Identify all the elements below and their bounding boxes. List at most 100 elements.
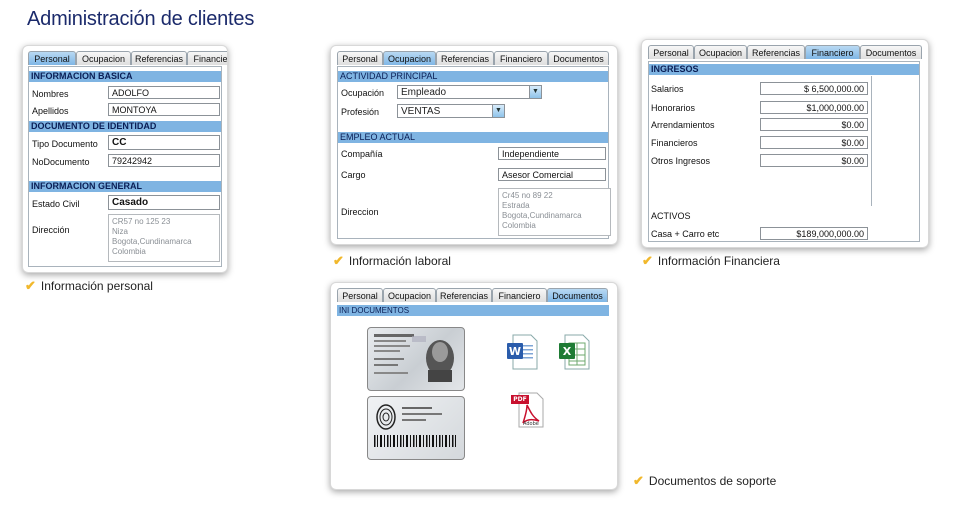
- checkmark-icon: ✔: [633, 473, 644, 488]
- caption-text: Información Financiera: [657, 254, 780, 268]
- pdf-brand-text: Adobe: [523, 421, 539, 427]
- address-line: Bogota,Cundinamarca: [502, 211, 582, 220]
- direccion-field[interactable]: Cr45 no 89 22 Estrada Bogota,Cundinamarc…: [498, 188, 611, 236]
- apellidos-label: Apellidos: [32, 106, 69, 116]
- checkmark-icon: ✔: [333, 253, 344, 268]
- arrendamientos-field[interactable]: $0.00: [760, 118, 868, 131]
- excel-graphic: X: [559, 334, 590, 370]
- profesion-value: VENTAS: [401, 106, 441, 117]
- tab-personal[interactable]: Personal: [337, 51, 383, 65]
- address-line: Colombia: [112, 247, 146, 256]
- cargo-label: Cargo: [341, 170, 366, 180]
- tab-bar: Personal Ocupacion Referencias Financier…: [28, 51, 227, 66]
- caption-text: Información laboral: [348, 254, 451, 268]
- laboral-panel: Personal Ocupacion Referencias Financier…: [330, 45, 618, 245]
- id-card-front-icon[interactable]: [367, 327, 465, 391]
- section-documentos: INI DOCUMENTOS: [337, 305, 609, 316]
- ocupacion-select[interactable]: Empleado ▼: [397, 85, 542, 99]
- laboral-form: ACTIVIDAD PRINCIPAL Ocupación Empleado ▼…: [337, 66, 611, 239]
- casa-carro-label: Casa + Carro etc: [651, 229, 720, 239]
- honorarios-field[interactable]: $1,000,000.00: [760, 101, 868, 114]
- tab-ocupacion[interactable]: Ocupacion: [383, 288, 436, 302]
- address-line: Estrada: [502, 201, 530, 210]
- tipo-documento-label: Tipo Documento: [32, 139, 98, 149]
- tab-financiero[interactable]: Financiero: [494, 51, 548, 65]
- casa-carro-field[interactable]: $189,000,000.00: [760, 227, 868, 240]
- tab-personal[interactable]: Personal: [648, 45, 694, 59]
- section-empleo-actual: EMPLEO ACTUAL: [338, 132, 608, 143]
- tab-personal[interactable]: Personal: [28, 51, 76, 65]
- address-line: Bogota,Cundinamarca: [112, 237, 192, 246]
- id-card-back-graphic: [374, 404, 456, 447]
- svg-text:W: W: [509, 345, 521, 358]
- section-actividad-principal: ACTIVIDAD PRINCIPAL: [338, 71, 608, 82]
- financiera-panel: Personal Ocupacion Referencias Financier…: [641, 39, 929, 248]
- tab-financiero[interactable]: Financiero: [805, 45, 860, 59]
- pdf-badge-text: PDF: [513, 396, 527, 403]
- documentos-body: INI DOCUMENTOS W X PDF Adobe: [337, 303, 609, 484]
- nombres-label: Nombres: [32, 89, 69, 99]
- personal-panel: Personal Ocupacion Referencias Financier…: [22, 45, 228, 273]
- financiera-form: INGRESOS Salarios $ 6,500,000.00 Honorar…: [648, 61, 920, 242]
- no-documento-field[interactable]: 79242942: [108, 154, 220, 167]
- activos-label: ACTIVOS: [651, 211, 691, 221]
- apellidos-field[interactable]: MONTOYA: [108, 103, 220, 116]
- cargo-field[interactable]: Asesor Comercial: [498, 168, 606, 181]
- compania-label: Compañía: [341, 149, 383, 159]
- profesion-select[interactable]: VENTAS ▼: [397, 104, 505, 118]
- financieros-field[interactable]: $0.00: [760, 136, 868, 149]
- section-informacion-general: INFORMACION GENERAL: [29, 181, 221, 192]
- tab-documentos[interactable]: Documentos: [547, 288, 608, 302]
- profesion-label: Profesión: [341, 107, 380, 117]
- tab-ocupacion[interactable]: Ocupacion: [76, 51, 131, 65]
- excel-document-icon[interactable]: X: [557, 333, 591, 371]
- honorarios-label: Honorarios: [651, 103, 696, 113]
- id-card-front-graphic: [374, 334, 454, 382]
- otros-ingresos-field[interactable]: $0.00: [760, 154, 868, 167]
- caption-text: Información personal: [40, 279, 153, 293]
- tab-bar: Personal Ocupacion Referencias Financier…: [648, 45, 922, 60]
- checkmark-icon: ✔: [642, 253, 653, 268]
- id-card-back-icon[interactable]: [367, 396, 465, 460]
- direccion-field[interactable]: CR57 no 125 23 Niza Bogota,Cundinamarca …: [108, 214, 220, 262]
- svg-text:X: X: [563, 345, 572, 358]
- estado-civil-field[interactable]: Casado: [108, 195, 220, 210]
- financieros-label: Financieros: [651, 138, 698, 148]
- arrendamientos-label: Arrendamientos: [651, 120, 715, 130]
- word-document-icon[interactable]: W: [505, 333, 539, 371]
- pdf-document-icon[interactable]: PDF Adobe: [509, 391, 545, 429]
- tab-referencias[interactable]: Referencias: [436, 51, 494, 65]
- tab-referencias[interactable]: Referencias: [131, 51, 187, 65]
- compania-field[interactable]: Independiente: [498, 147, 606, 160]
- tab-personal[interactable]: Personal: [337, 288, 383, 302]
- no-documento-label: NoDocumento: [32, 157, 90, 167]
- documentos-panel: Personal Ocupacion Referencias Financier…: [330, 282, 618, 490]
- tab-bar: Personal Ocupacion Referencias Financier…: [337, 51, 609, 66]
- documentos-caption: ✔ Documentos de soporte: [633, 473, 776, 489]
- address-line: Cr45 no 89 22: [502, 191, 553, 200]
- tab-documentos[interactable]: Documentos: [860, 45, 922, 59]
- nombres-field[interactable]: ADOLFO: [108, 86, 220, 99]
- chevron-down-icon[interactable]: ▼: [492, 105, 504, 117]
- section-informacion-basica: INFORMACION BASICA: [29, 71, 221, 82]
- tab-ocupacion[interactable]: Ocupacion: [694, 45, 747, 59]
- tab-financiero[interactable]: Financiero: [187, 51, 227, 65]
- tab-documentos[interactable]: Documentos: [548, 51, 609, 65]
- salarios-label: Salarios: [651, 84, 684, 94]
- tab-referencias[interactable]: Referencias: [436, 288, 492, 302]
- address-line: CR57 no 125 23: [112, 217, 171, 226]
- direccion-label: Direccion: [341, 207, 379, 217]
- tab-referencias[interactable]: Referencias: [747, 45, 805, 59]
- salarios-field[interactable]: $ 6,500,000.00: [760, 82, 868, 95]
- caption-text: Documentos de soporte: [648, 474, 777, 488]
- checkmark-icon: ✔: [25, 278, 36, 293]
- personal-form: INFORMACION BASICA Nombres ADOLFO Apelli…: [28, 66, 222, 267]
- tab-bar: Personal Ocupacion Referencias Financier…: [337, 288, 608, 303]
- section-ingresos: INGRESOS: [649, 64, 919, 75]
- chevron-down-icon[interactable]: ▼: [529, 86, 541, 98]
- page-title: Administración de clientes: [27, 8, 255, 30]
- tab-financiero[interactable]: Financiero: [492, 288, 547, 302]
- tipo-documento-field[interactable]: CC: [108, 135, 220, 150]
- direccion-label: Dirección: [32, 225, 70, 235]
- tab-ocupacion[interactable]: Ocupacion: [383, 51, 436, 65]
